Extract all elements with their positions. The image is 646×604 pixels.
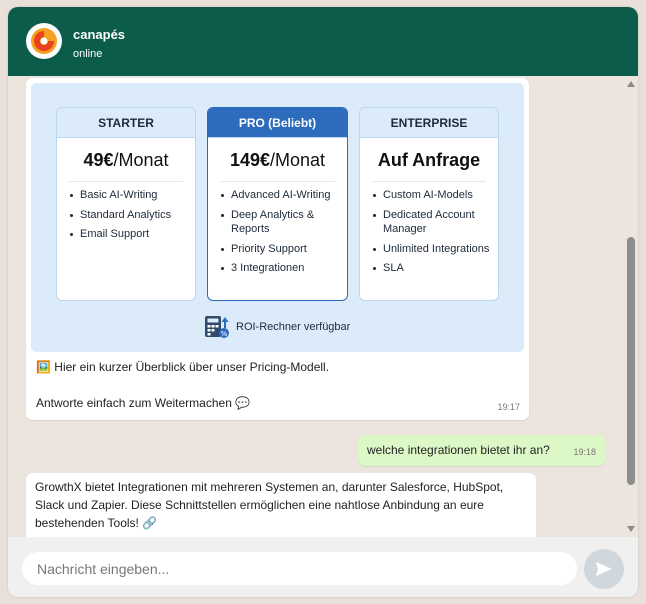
plan-name: PRO (Beliebt): [208, 108, 347, 138]
feature-item: SLA: [373, 261, 490, 276]
message-input[interactable]: [22, 552, 577, 585]
feature-item: Advanced AI-Writing: [221, 188, 339, 203]
plan-card-pro: PRO (Beliebt) 149€/Monat Advanced AI-Wri…: [207, 107, 348, 301]
chat-scrollbar[interactable]: [624, 76, 638, 537]
feature-item: Basic AI-Writing: [70, 188, 187, 203]
incoming-message: GrowthX bietet Integrationen mit mehrere…: [26, 473, 536, 537]
message-text: GrowthX bietet Integrationen mit mehrere…: [35, 480, 504, 530]
feature-list: Basic AI-Writing Standard Analytics Emai…: [70, 188, 187, 242]
feature-item: 3 Integrationen: [221, 261, 339, 276]
plan-card-enterprise: ENTERPRISE Auf Anfrage Custom AI-Models …: [359, 107, 499, 301]
divider: [69, 181, 183, 182]
contact-name: canapés: [73, 27, 126, 42]
scrollbar-thumb[interactable]: [627, 237, 635, 485]
incoming-image-message: STARTER 49€/Monat Basic AI-Writing Stand…: [26, 78, 529, 420]
message-text: Antworte einfach zum Weitermachen 💬: [36, 396, 251, 410]
roi-text: ROI-Rechner verfügbar: [236, 321, 351, 333]
scroll-down-arrow-icon[interactable]: [627, 526, 635, 532]
scroll-up-arrow-icon[interactable]: [627, 81, 635, 87]
plan-price: Auf Anfrage: [377, 150, 481, 170]
chat-window: canapés online STARTER 49€/Monat Basic A…: [8, 7, 638, 597]
avatar[interactable]: [26, 23, 62, 59]
send-arrow-icon: [596, 562, 612, 576]
feature-item: Priority Support: [221, 242, 339, 257]
feature-item: Deep Analytics & Reports: [221, 208, 339, 237]
outgoing-message: welche integrationen bietet ihr an? 19:1…: [358, 435, 605, 466]
chat-header: canapés online: [8, 7, 638, 76]
feature-item: Unlimited Integrations: [373, 242, 490, 257]
feature-item: Dedicated Account Manager: [373, 208, 490, 237]
plan-price: 149€/Monat: [229, 150, 326, 170]
feature-list: Advanced AI-Writing Deep Analytics & Rep…: [221, 188, 339, 276]
feature-item: Custom AI-Models: [373, 188, 490, 203]
message-text: 🖼️ Hier ein kurzer Überblick über unser …: [36, 360, 330, 374]
svg-text:%: %: [221, 330, 228, 338]
pricing-image[interactable]: STARTER 49€/Monat Basic AI-Writing Stand…: [31, 83, 524, 352]
calculator-icon: %: [205, 316, 229, 338]
message-time: 19:17: [497, 402, 520, 412]
divider: [372, 181, 486, 182]
contact-status: online: [73, 48, 103, 60]
plan-price: 49€/Monat: [83, 150, 169, 170]
feature-item: Standard Analytics: [70, 208, 187, 223]
message-list: STARTER 49€/Monat Basic AI-Writing Stand…: [8, 76, 638, 537]
plan-card-starter: STARTER 49€/Monat Basic AI-Writing Stand…: [56, 107, 196, 301]
orange-swirl-logo-icon: [31, 28, 57, 54]
send-button[interactable]: [584, 549, 624, 589]
plan-name: ENTERPRISE: [360, 108, 498, 138]
message-composer: [8, 537, 638, 597]
message-time: 19:18: [573, 447, 596, 457]
plan-name: STARTER: [57, 108, 195, 138]
roi-note: % ROI-Rechner verfügbar: [204, 315, 350, 339]
message-text: welche integrationen bietet ihr an?: [367, 443, 550, 457]
feature-item: Email Support: [70, 227, 187, 242]
divider: [220, 181, 335, 182]
feature-list: Custom AI-Models Dedicated Account Manag…: [373, 188, 490, 276]
